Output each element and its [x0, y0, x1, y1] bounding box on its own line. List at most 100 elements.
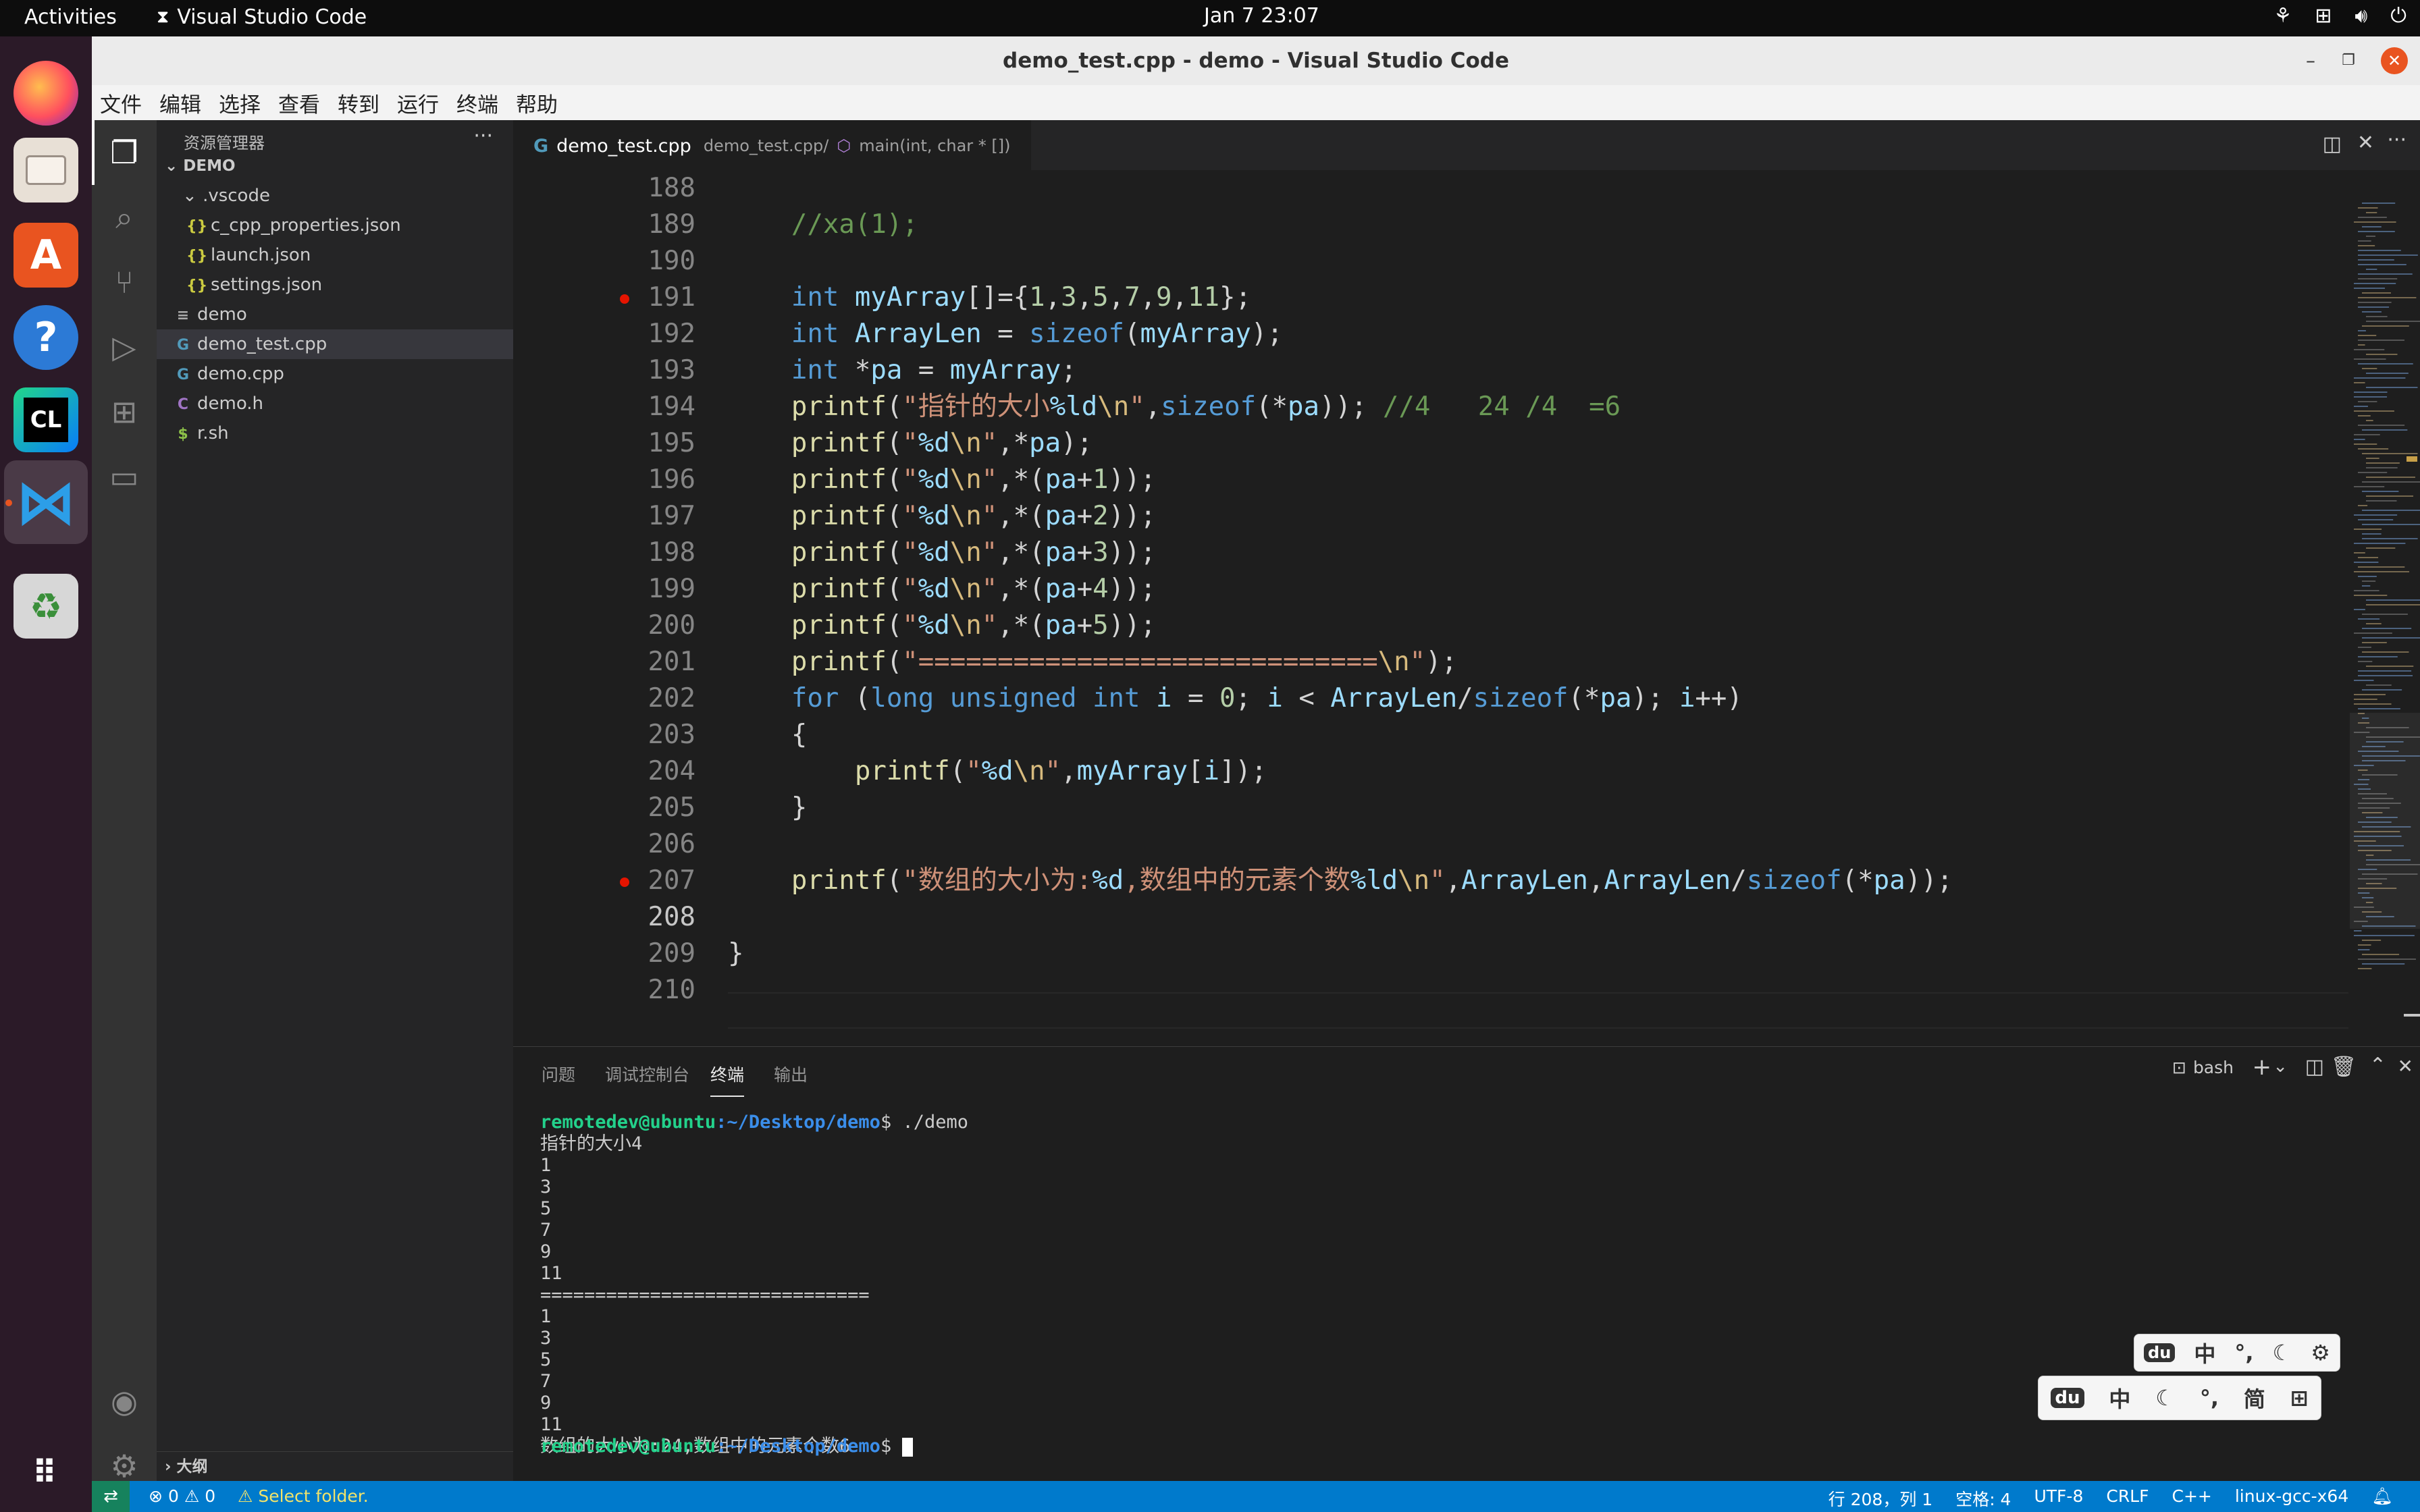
split-editor-icon[interactable]: ◫: [2323, 132, 2342, 156]
code-line[interactable]: 206: [513, 826, 2350, 863]
code-line[interactable]: 199 printf("%d\n",*(pa+4));: [513, 571, 2350, 608]
kill-terminal-icon[interactable]: 🗑︎: [2331, 1055, 2357, 1079]
software-center-icon[interactable]: A: [14, 223, 78, 288]
trash-icon[interactable]: ♻: [14, 574, 78, 639]
menu-edit[interactable]: 编辑: [159, 88, 201, 118]
tree-item-c-cpp-properties[interactable]: {} c_cpp_properties.json: [157, 211, 513, 240]
code-line[interactable]: 197 printf("%d\n",*(pa+2));: [513, 498, 2350, 535]
tab-problems[interactable]: 问题: [542, 1062, 575, 1086]
code-area[interactable]: 188 189 //xa(1); 190 191 int myArray[]={1,3…: [513, 170, 2350, 1046]
breakpoint-dot[interactable]: [620, 878, 629, 887]
tree-item-demo[interactable]: ≡ demo: [157, 300, 513, 329]
ime-settings-icon[interactable]: ⚙: [2311, 1340, 2330, 1366]
indentation[interactable]: 空格: 4: [1955, 1486, 2011, 1511]
breadcrumb-file[interactable]: demo_test.cpp/: [704, 136, 829, 155]
app-menu[interactable]: ⧗ Visual Studio Code: [157, 5, 367, 29]
tree-folder-vscode[interactable]: ⌄ .vscode: [157, 181, 513, 211]
remote-explorer-icon[interactable]: ▭: [105, 458, 143, 495]
code-line[interactable]: 205 }: [513, 790, 2350, 826]
maximize-icon[interactable]: ❐: [2335, 47, 2362, 74]
breakpoint-dot[interactable]: [620, 294, 629, 304]
ime-toolbar-bottom[interactable]: du 中 ☾ °, 简 ⊞: [2038, 1376, 2321, 1420]
ime-moon-icon[interactable]: ☾: [2155, 1385, 2175, 1411]
ime-chinese-mode[interactable]: 中: [2194, 1337, 2215, 1368]
terminal-selector[interactable]: ⊡ bash: [2172, 1058, 2234, 1077]
firefox-icon[interactable]: [14, 61, 78, 126]
menu-help[interactable]: 帮助: [516, 88, 558, 118]
more-actions-icon[interactable]: ···: [473, 124, 493, 148]
source-control-icon[interactable]: ⑂: [105, 263, 143, 301]
code-line[interactable]: 209}: [513, 936, 2350, 972]
activities-button[interactable]: Activities: [24, 5, 117, 29]
chevron-down-icon[interactable]: ⌄: [2273, 1056, 2288, 1077]
close-editor-icon[interactable]: ✕: [2357, 131, 2374, 155]
split-terminal-icon[interactable]: ◫: [2305, 1055, 2324, 1079]
clion-icon[interactable]: CL: [14, 387, 78, 452]
select-folder-status[interactable]: ⚠ Select folder.: [238, 1486, 369, 1506]
menu-run[interactable]: 运行: [397, 88, 439, 118]
system-tray[interactable]: ⚘ ⊞ 🔊︎ ⏻: [2273, 4, 2406, 28]
ime-punctuation[interactable]: °,: [2234, 1340, 2253, 1366]
title-bar[interactable]: demo_test.cpp - demo - Visual Studio Cod…: [92, 36, 2420, 85]
workspace-root[interactable]: ⌄ DEMO: [157, 151, 513, 181]
code-line[interactable]: 200 printf("%d\n",*(pa+5));: [513, 608, 2350, 644]
menu-file[interactable]: 文件: [100, 88, 142, 118]
search-icon[interactable]: ⌕: [105, 198, 143, 236]
notifications-bell-icon[interactable]: 🔔︎: [2371, 1486, 2393, 1511]
vscode-icon[interactable]: ⋈: [14, 467, 78, 538]
help-icon[interactable]: ?: [14, 305, 78, 370]
code-line[interactable]: 198 printf("%d\n",*(pa+3));: [513, 535, 2350, 571]
network-icon[interactable]: ⊞: [2315, 4, 2332, 28]
tab-output[interactable]: 输出: [774, 1062, 808, 1086]
code-line[interactable]: 188: [513, 170, 2350, 207]
settings-gear-icon[interactable]: ⚙: [105, 1447, 143, 1485]
cursor-position[interactable]: 行 208，列 1: [1829, 1486, 1933, 1511]
code-line[interactable]: 201 printf("============================…: [513, 644, 2350, 680]
tree-item-demo-test-cpp[interactable]: Gdemo_test.cpp: [157, 329, 513, 359]
editor-scrollbar[interactable]: [2404, 200, 2420, 1046]
code-line[interactable]: 194 printf("指针的大小%ld\n",sizeof(*pa)); //…: [513, 389, 2350, 425]
menu-view[interactable]: 查看: [278, 88, 320, 118]
remote-indicator-icon[interactable]: ⇄: [92, 1481, 130, 1512]
close-panel-icon[interactable]: ✕: [2398, 1055, 2413, 1077]
tree-item-launch-json[interactable]: {} launch.json: [157, 240, 513, 270]
tree-item-r-sh[interactable]: $ r.sh: [157, 418, 513, 448]
account-icon[interactable]: ◉: [105, 1382, 143, 1420]
language-mode[interactable]: C++: [2172, 1486, 2212, 1511]
tree-item-demo-cpp[interactable]: Gdemo.cpp: [157, 359, 513, 389]
code-line[interactable]: 210: [513, 972, 2350, 1008]
tab-terminal[interactable]: 终端: [710, 1062, 745, 1097]
clock[interactable]: Jan 7 23:07: [1204, 4, 1319, 28]
code-line[interactable]: 204 printf("%d\n",myArray[i]);: [513, 753, 2350, 790]
ime-grid-icon[interactable]: ⊞: [2290, 1385, 2309, 1411]
code-line[interactable]: 189 //xa(1);: [513, 207, 2350, 243]
extensions-icon[interactable]: ⊞: [105, 393, 143, 431]
explorer-icon[interactable]: ❐: [105, 134, 143, 171]
more-actions-icon[interactable]: ···: [2387, 128, 2406, 152]
code-line[interactable]: 196 printf("%d\n",*(pa+1));: [513, 462, 2350, 498]
maximize-panel-icon[interactable]: ⌃: [2369, 1054, 2386, 1077]
problems-indicator[interactable]: ⊗ 0 ⚠ 0: [149, 1486, 215, 1506]
menu-terminal[interactable]: 终端: [456, 88, 498, 118]
code-line[interactable]: 203 {: [513, 717, 2350, 753]
ime-moon-icon[interactable]: ☾: [2273, 1340, 2292, 1366]
code-line[interactable]: 195 printf("%d\n",*pa);: [513, 425, 2350, 462]
ime-toolbar-top[interactable]: du 中 °, ☾ ⚙: [2134, 1334, 2340, 1372]
code-line[interactable]: 192 int ArrayLen = sizeof(myArray);: [513, 316, 2350, 352]
code-line[interactable]: 190: [513, 243, 2350, 279]
input-method-icon[interactable]: ⚘: [2273, 4, 2292, 28]
minimize-icon[interactable]: –: [2297, 47, 2324, 74]
run-debug-icon[interactable]: ▷: [105, 328, 143, 366]
breadcrumb-symbol[interactable]: main(int, char * []): [859, 136, 1010, 155]
encoding[interactable]: UTF-8: [2034, 1486, 2083, 1511]
terminal-content[interactable]: remotedev@ubuntu:~/Desktop/demo$ ./demo …: [513, 1101, 2420, 1479]
line-ending[interactable]: CRLF: [2106, 1486, 2149, 1511]
tab-debug-console[interactable]: 调试控制台: [605, 1062, 689, 1086]
code-line[interactable]: 207 printf("数组的大小为:%d,数组中的元素个数%ld\n",Arr…: [513, 863, 2350, 899]
ime-chinese-mode[interactable]: 中: [2109, 1382, 2130, 1413]
close-window-icon[interactable]: ✕: [2381, 47, 2408, 74]
menu-go[interactable]: 转到: [338, 88, 379, 118]
power-icon[interactable]: ⏻: [2390, 4, 2406, 28]
tree-item-demo-h[interactable]: Cdemo.h: [157, 389, 513, 418]
ime-punctuation[interactable]: °,: [2200, 1385, 2219, 1411]
